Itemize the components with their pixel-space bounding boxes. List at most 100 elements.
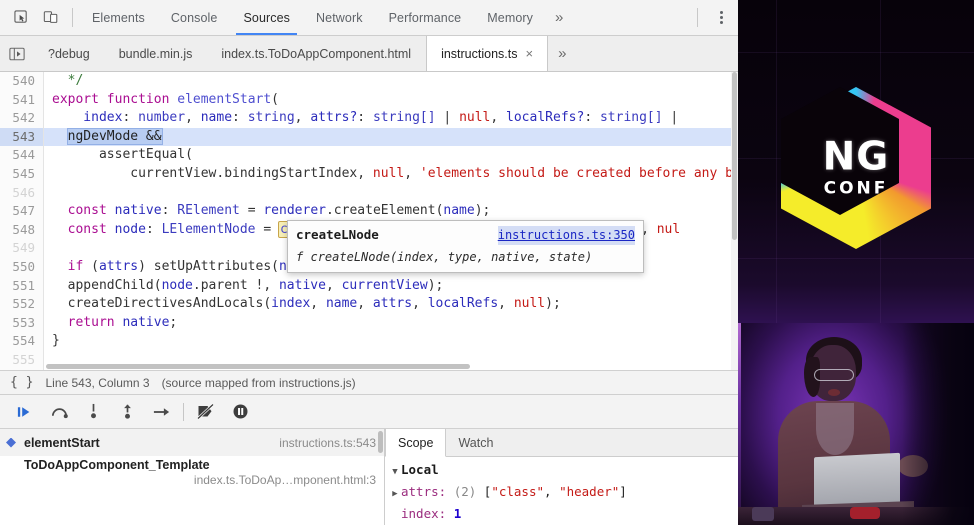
file-tab-todoappcomponent-html[interactable]: index.ts.ToDoAppComponent.html [207,36,426,71]
line-number[interactable]: 549 [0,239,44,258]
code-line[interactable]: 542 index: number, name: string, attrs?:… [0,109,738,128]
code-line[interactable]: 545 currentView.bindingStartIndex, null,… [0,164,738,184]
code-token: setUpAttributes [153,258,272,274]
editor-horizontal-scrollbar-thumb[interactable] [46,364,471,369]
code-token: : [232,110,248,126]
call-stack-scrollbar-thumb[interactable] [378,431,383,453]
code-token: appendChild [52,277,154,293]
tab-console[interactable]: Console [158,0,231,35]
file-tab-bundle-min-js[interactable]: bundle.min.js [105,36,208,71]
tab-scope[interactable]: Scope [385,429,447,457]
call-stack-frame-location: instructions.ts:543 [279,435,376,450]
code-token: ) [138,258,154,274]
step-into-next-function-call-button[interactable] [76,395,110,429]
tab-performance[interactable]: Performance [376,0,475,35]
line-number[interactable]: 541 [0,90,44,110]
code-token: : [122,110,139,126]
code-line[interactable]: 551 appendChild(node.parent !, native, c… [0,276,738,296]
code-line[interactable]: 544 assertEqual( [0,146,738,165]
code-token: attrs? [310,110,358,126]
popover-signature-text: createLNode(index, type, native, state) [310,249,593,264]
file-tab-instructions-ts[interactable]: instructions.ts × [426,36,549,71]
line-number[interactable]: 540 [0,72,44,91]
more-options-icon[interactable] [704,0,738,35]
step-out-of-current-function-button[interactable] [110,395,144,429]
line-number[interactable]: 548 [0,220,44,240]
code-token: currentView [341,277,428,293]
scope-variable-row[interactable]: index: 1 [389,504,738,525]
code-line[interactable]: 541 export function elementStart( [0,90,738,110]
call-stack-frame-active[interactable]: elementStart instructions.ts:543 [0,429,384,456]
pretty-print-icon[interactable]: { } [10,375,33,390]
scope-scope-root[interactable]: ▼ Local [389,460,738,482]
code-line[interactable]: 554} [0,332,738,351]
show-navigator-icon[interactable] [0,36,34,71]
code-line[interactable]: 546 [0,183,738,203]
line-number[interactable]: 554 [0,332,44,351]
code-line[interactable]: 553 return native; [0,313,738,333]
tab-watch[interactable]: Watch [446,429,505,456]
tab-memory[interactable]: Memory [474,0,546,35]
line-number[interactable]: 551 [0,276,44,296]
chevron-down-icon[interactable]: ▼ [389,463,401,482]
tab-sources[interactable]: Sources [230,0,303,35]
source-code-editor[interactable]: 540 */541 export function elementStart(54… [0,72,738,370]
line-number[interactable]: 544 [0,146,44,165]
code-line[interactable]: 540 */ [0,72,738,91]
line-number[interactable]: 545 [0,164,44,184]
line-number[interactable]: 546 [0,183,44,203]
cursor-position-label: Line 543, Column 3 [45,375,150,390]
code-line[interactable]: 547 const native: RElement = renderer.cr… [0,202,738,221]
line-number[interactable]: 555 [0,350,44,370]
editor-vertical-scrollbar-thumb[interactable] [732,72,737,240]
editor-vertical-scrollbar[interactable] [731,72,738,370]
code-token: = [239,203,264,219]
code-token: number [138,110,186,126]
scope-variable-value: ] [619,484,627,499]
deactivate-breakpoints-button[interactable] [189,395,223,429]
pause-on-exceptions-button[interactable] [223,395,257,429]
function-detail-popover: createLNode instructions.ts:350 f create… [287,220,644,274]
tab-network[interactable]: Network [303,0,376,35]
devtools-file-tabbar: ?debug bundle.min.js index.ts.ToDoAppCom… [0,36,738,72]
device-toolbar-icon[interactable] [36,0,66,35]
line-number[interactable]: 542 [0,109,44,128]
tab-elements[interactable]: Elements [79,0,158,35]
code-line[interactable]: 543 ngDevMode && [0,127,738,147]
step-button[interactable] [144,395,178,429]
code-token: , [310,296,326,312]
inspect-element-icon[interactable] [6,0,36,35]
code-token: , [185,110,201,126]
code-token: } [52,333,60,349]
chevron-right-icon[interactable]: ▶ [389,485,401,504]
editor-horizontal-scrollbar[interactable] [46,363,730,370]
main-tabs-overflow-chevron-icon[interactable]: » [546,0,572,35]
code-token: ); [545,296,561,312]
conference-video-column: NG CONF [738,0,974,525]
bg-gridline [738,52,974,53]
line-number[interactable]: 553 [0,313,44,333]
step-over-next-function-call-button[interactable] [42,395,76,429]
line-number[interactable]: 543 [0,127,44,147]
line-number[interactable]: 556 [0,369,44,370]
file-tab-debug[interactable]: ?debug [34,36,105,71]
close-icon[interactable]: × [525,46,533,61]
call-stack-frame[interactable]: ToDoAppComponent_Template index.ts.ToDoA… [0,456,384,487]
code-token: index [52,110,123,126]
popover-source-link[interactable]: instructions.ts:350 [497,226,635,245]
scope-tab-label: Scope [398,435,434,450]
line-number[interactable]: 547 [0,202,44,221]
code-token: ( [271,258,279,274]
code-token: ( [153,277,162,293]
scope-variable-length: (2) [453,484,484,499]
scope-variable-row[interactable]: ▶ attrs: (2) ["class", "header"] [389,482,738,504]
resume-script-execution-button[interactable] [8,395,42,429]
logo-conf-text: CONF [823,178,889,199]
file-tabs-overflow-chevron-icon[interactable]: » [548,36,576,71]
code-line[interactable]: 552 createDirectivesAndLocals(index, nam… [0,295,738,314]
line-number[interactable]: 552 [0,295,44,314]
line-number[interactable]: 550 [0,257,44,277]
